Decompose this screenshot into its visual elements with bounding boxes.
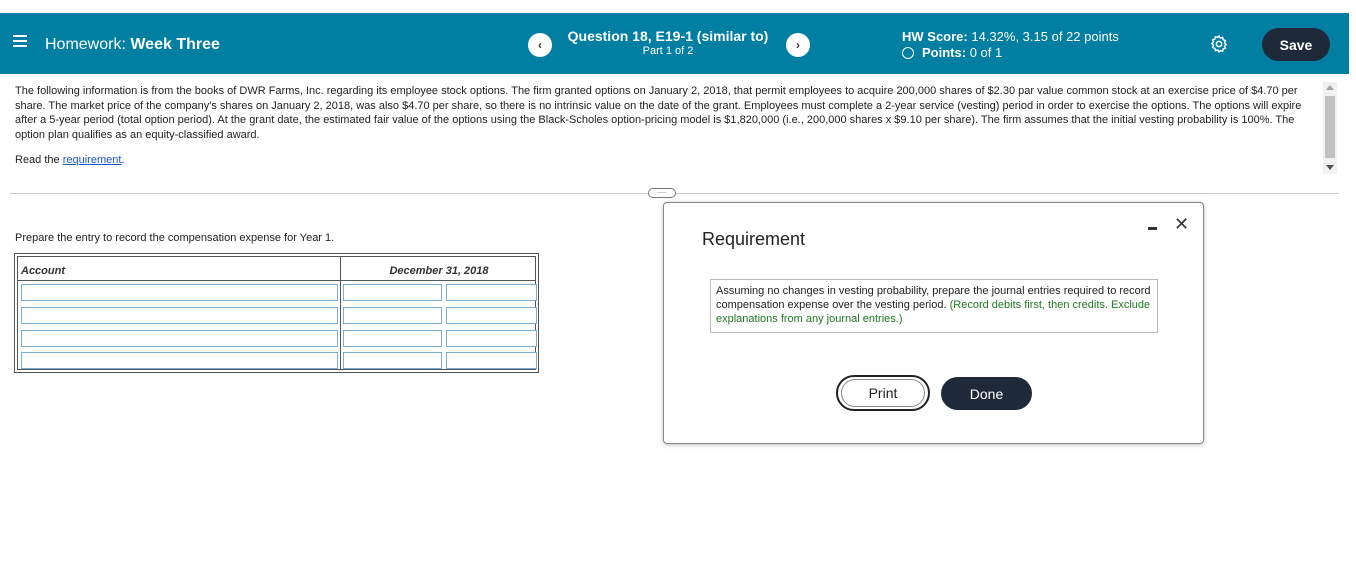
- points-circle-icon: [902, 46, 914, 59]
- requirement-link[interactable]: requirement: [63, 154, 122, 166]
- credit-input-4[interactable]: [446, 352, 537, 369]
- account-input-2[interactable]: [21, 307, 338, 324]
- question-part: Part 1 of 2: [642, 45, 694, 57]
- hw-score-value: 14.32%, 3.15 of 22 points: [971, 29, 1119, 44]
- gear-icon[interactable]: [1209, 34, 1229, 54]
- debit-input-1[interactable]: [343, 284, 442, 301]
- points-label: Points:: [922, 45, 967, 60]
- journal-table-inner: Account December 31, 2018: [17, 256, 537, 370]
- scroll-up-icon[interactable]: [1326, 85, 1334, 90]
- read-requirement: Read the requirement.: [15, 154, 124, 166]
- points-value: 0 of 1: [969, 45, 1003, 60]
- minimize-icon[interactable]: [1148, 227, 1157, 230]
- requirement-text-box: Assuming no changes in vesting probabili…: [710, 279, 1158, 333]
- requirement-dialog: Requirement ✕ Assuming no changes in ves…: [663, 202, 1204, 444]
- read-prefix: Read the: [15, 154, 63, 166]
- homework-prefix: Homework:: [45, 36, 126, 53]
- account-input-1[interactable]: [21, 284, 338, 301]
- hw-score: HW Score: 14.32%, 3.15 of 22 points: [902, 29, 1119, 44]
- points-status: Points: 0 of 1: [902, 45, 1002, 60]
- header-bar: Homework: Week Three ‹ Question 18, E19-…: [0, 13, 1349, 74]
- scroll-thumb[interactable]: [1325, 96, 1335, 158]
- journal-table: Account December 31, 2018: [14, 253, 539, 373]
- hw-score-label: HW Score:: [902, 29, 968, 44]
- previous-question-button[interactable]: ‹: [528, 33, 552, 57]
- dialog-title: Requirement: [702, 229, 806, 249]
- next-question-button[interactable]: ›: [786, 33, 810, 57]
- column-divider: [340, 257, 341, 369]
- print-button-label: Print: [841, 379, 925, 407]
- credit-input-2[interactable]: [446, 307, 537, 324]
- problem-text: The following information is from the bo…: [15, 85, 1302, 141]
- close-icon[interactable]: ✕: [1174, 214, 1189, 235]
- homework-title: Homework: Week Three: [45, 36, 220, 54]
- credit-input-3[interactable]: [446, 330, 537, 347]
- scrollbar[interactable]: [1323, 82, 1337, 174]
- account-input-3[interactable]: [21, 330, 338, 347]
- question-title: Question 18, E19-1 (similar to): [567, 28, 769, 44]
- top-strip: [0, 0, 1356, 13]
- credit-input-1[interactable]: [446, 284, 537, 301]
- account-input-4[interactable]: [21, 352, 338, 369]
- debit-input-4[interactable]: [343, 352, 442, 369]
- scroll-down-icon[interactable]: [1326, 165, 1334, 170]
- debit-input-2[interactable]: [343, 307, 442, 324]
- date-column-header: December 31, 2018: [389, 265, 489, 277]
- homework-name: Week Three: [130, 36, 220, 53]
- save-button[interactable]: Save: [1262, 28, 1330, 61]
- debit-input-3[interactable]: [343, 330, 442, 347]
- print-button[interactable]: Print: [836, 375, 930, 411]
- menu-icon[interactable]: [13, 35, 27, 47]
- account-column-header: Account: [21, 265, 65, 277]
- chevron-left-icon: ‹: [538, 38, 542, 52]
- chevron-right-icon: ›: [796, 38, 800, 52]
- entry-prompt: Prepare the entry to record the compensa…: [15, 232, 335, 244]
- done-button[interactable]: Done: [941, 377, 1032, 410]
- header-divider: [18, 280, 535, 281]
- expand-pill[interactable]: .....: [648, 188, 676, 198]
- read-suffix: .: [121, 154, 125, 166]
